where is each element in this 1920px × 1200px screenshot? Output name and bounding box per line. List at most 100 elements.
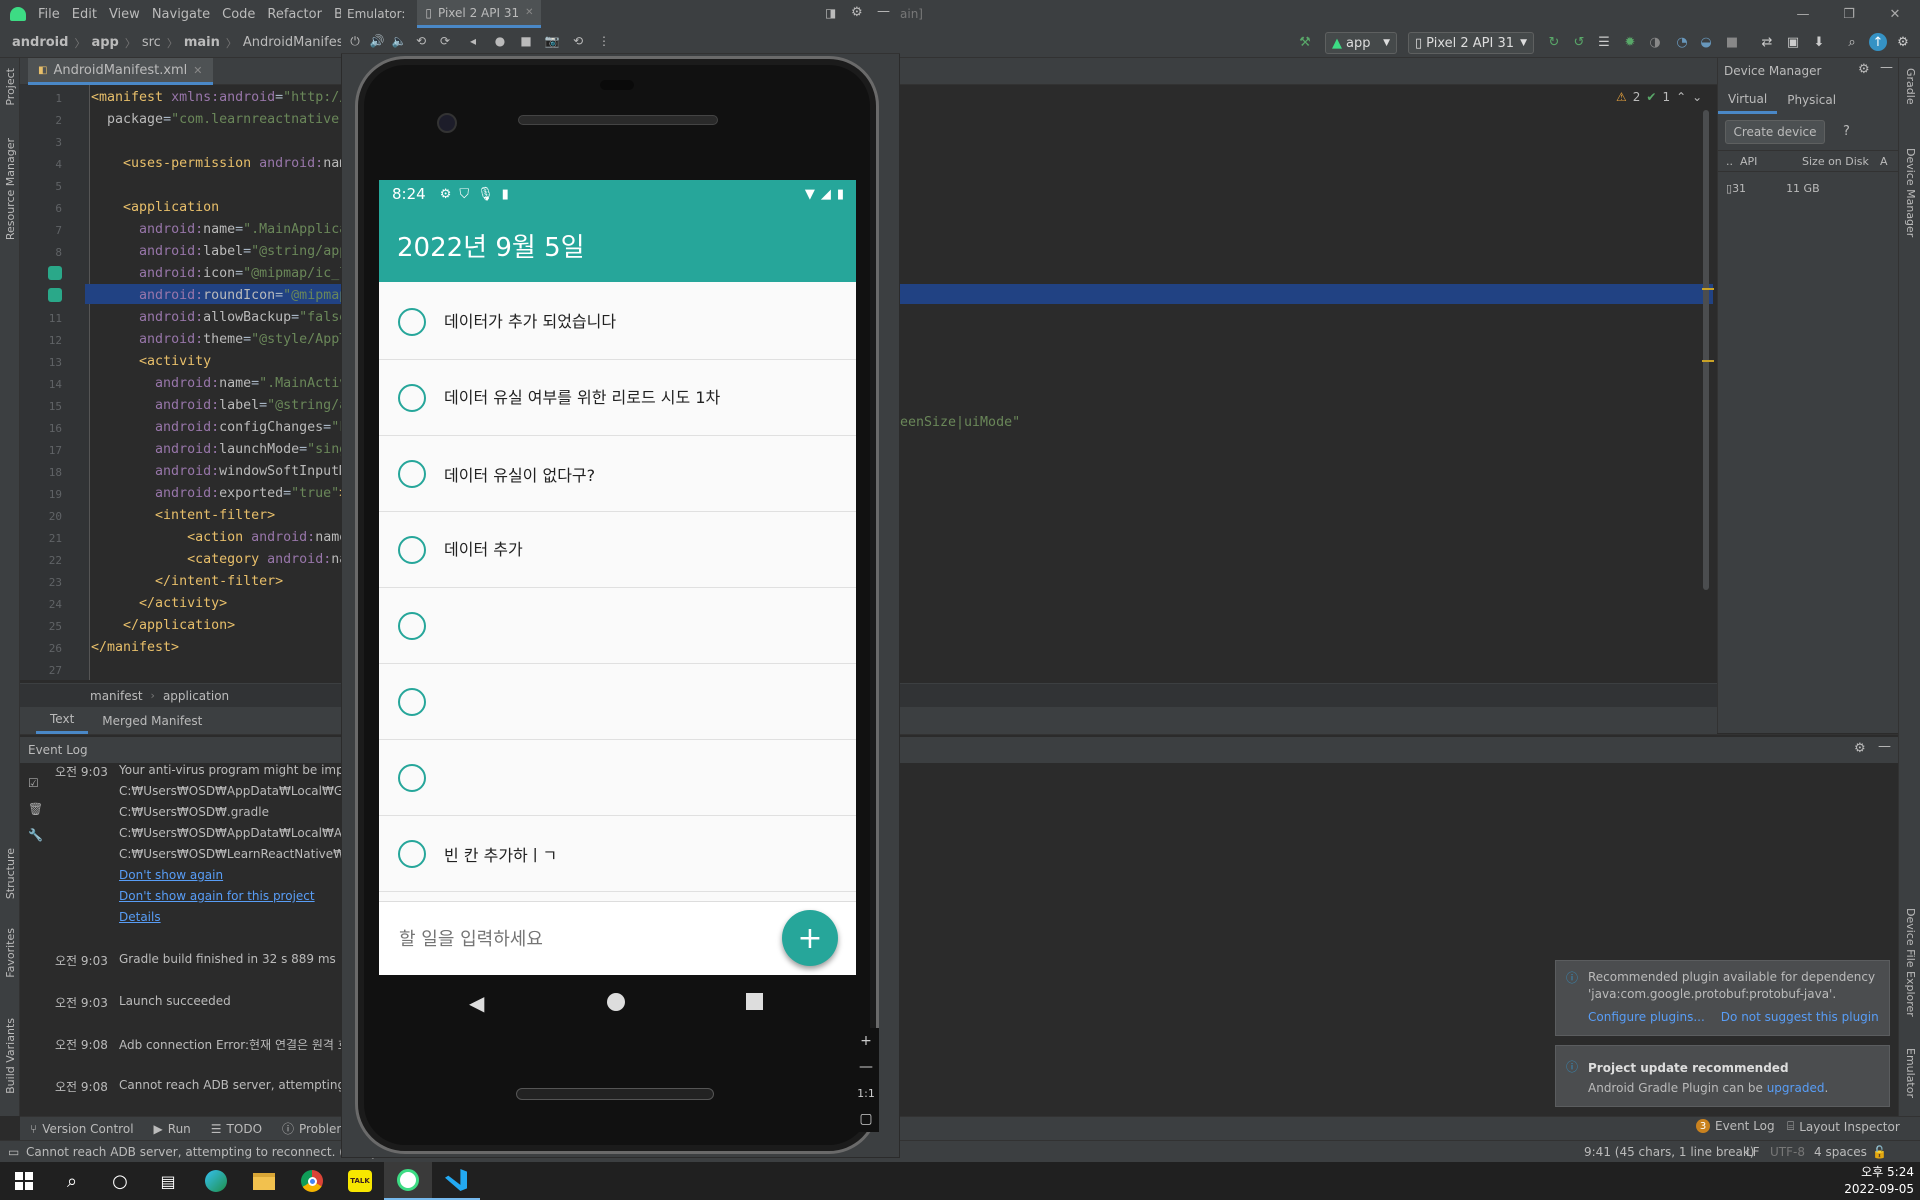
- tab-virtual[interactable]: Virtual: [1718, 86, 1778, 114]
- build-variants-tool-tab[interactable]: Build Variants: [4, 1018, 17, 1094]
- gear-icon[interactable]: ⚙: [1854, 741, 1866, 756]
- indent-setting[interactable]: 4 spaces: [1814, 1145, 1867, 1159]
- code-line[interactable]: </manifest>: [91, 637, 179, 659]
- kakaotalk-icon[interactable]: TALK: [336, 1162, 384, 1200]
- close-tab-icon[interactable]: ✕: [193, 64, 202, 77]
- tab-text[interactable]: Text: [36, 707, 89, 734]
- code-line[interactable]: android:configChanges="k: [91, 417, 347, 439]
- help-icon[interactable]: ?: [1843, 124, 1850, 139]
- todo-item[interactable]: 빈 칸 추가하ㅣㄱ: [379, 816, 856, 892]
- settings-icon[interactable]: ⚙: [1894, 33, 1912, 51]
- line-separator[interactable]: LF: [1746, 1145, 1760, 1159]
- code-line[interactable]: <category android:na: [91, 549, 347, 571]
- run-tool[interactable]: ▶ Run: [144, 1122, 201, 1136]
- code-line[interactable]: android:icon="@mipmap/ic_l: [91, 263, 347, 285]
- todo-item[interactable]: 데이터가 추가 되었습니다: [379, 284, 856, 360]
- col-api[interactable]: API: [1732, 155, 1796, 168]
- nav-back-icon[interactable]: ◀: [469, 991, 484, 1015]
- layout-inspector-tool[interactable]: ⌸ Layout Inspector: [1777, 1119, 1910, 1134]
- todo-tool[interactable]: ☰ TODO: [201, 1122, 272, 1136]
- create-device-button[interactable]: Create device: [1725, 120, 1825, 144]
- volume-down-icon[interactable]: 🔈: [391, 33, 407, 49]
- gear-icon[interactable]: ⚙: [851, 5, 863, 20]
- attach-icon[interactable]: ◑: [1646, 33, 1664, 51]
- version-control-tool[interactable]: ⑂ Version Control: [20, 1122, 144, 1136]
- encoding[interactable]: UTF-8: [1770, 1145, 1805, 1159]
- device-row[interactable]: ▯31 11 GB: [1726, 182, 1820, 195]
- maximize-button[interactable]: ❐: [1826, 0, 1872, 28]
- status-message[interactable]: Cannot reach ADB server, attempting to r…: [26, 1145, 378, 1159]
- snapshot-icon[interactable]: ⟲: [570, 33, 586, 49]
- zoom-1to1-button[interactable]: 1:1: [853, 1080, 879, 1106]
- configure-plugins-link[interactable]: Configure plugins...: [1588, 1009, 1705, 1026]
- nav-overview-icon[interactable]: [746, 993, 763, 1010]
- resource-manager-tool-tab[interactable]: Resource Manager: [4, 138, 17, 240]
- todo-item[interactable]: 데이터 유실 여부를 위한 리로드 시도 1차: [379, 360, 856, 436]
- rotate-left-icon[interactable]: ⟲: [413, 33, 429, 49]
- do-not-suggest-link[interactable]: Do not suggest this plugin: [1721, 1009, 1879, 1026]
- clear-all-icon[interactable]: 🗑: [28, 796, 43, 822]
- gradle-tool-tab[interactable]: Gradle: [1904, 68, 1917, 105]
- todo-checkbox[interactable]: [398, 535, 426, 564]
- crumb-src[interactable]: src: [136, 35, 167, 50]
- run-config-select[interactable]: ▲ app ▼: [1325, 32, 1397, 54]
- todo-checkbox[interactable]: [398, 307, 426, 336]
- code-line[interactable]: android:windowSoftInputM: [91, 461, 347, 483]
- todo-checkbox[interactable]: [398, 687, 426, 716]
- more-icon[interactable]: ⋮: [596, 33, 612, 49]
- menu-code[interactable]: Code: [216, 7, 261, 22]
- search-icon[interactable]: ⌕: [1843, 33, 1861, 51]
- rotate-right-icon[interactable]: ⟳: [437, 33, 453, 49]
- gear-icon[interactable]: ⚙: [1858, 62, 1870, 77]
- code-line[interactable]: android:launchMode="sing: [91, 439, 347, 461]
- gutter-image-icon[interactable]: [48, 266, 62, 280]
- device-manager-tool-tab[interactable]: Device Manager: [1904, 148, 1917, 237]
- android-studio-taskbar-icon[interactable]: [384, 1162, 432, 1200]
- nav-home-icon[interactable]: [607, 993, 625, 1011]
- todo-item[interactable]: [379, 588, 856, 664]
- code-line[interactable]: android:name=".MainActiv: [91, 373, 347, 395]
- log-link[interactable]: Details: [119, 910, 161, 924]
- gutter-image-icon[interactable]: [48, 288, 62, 302]
- hide-panel-icon[interactable]: —: [1878, 739, 1891, 754]
- update-icon[interactable]: ↑: [1869, 33, 1887, 51]
- structure-tool-tab[interactable]: Structure: [4, 848, 17, 899]
- code-line[interactable]: android:label="@string/a: [91, 395, 347, 417]
- apply-code-icon[interactable]: ☰: [1595, 33, 1613, 51]
- todo-checkbox[interactable]: [398, 383, 426, 412]
- todo-item[interactable]: [379, 740, 856, 816]
- menu-file[interactable]: File: [32, 7, 66, 22]
- cortana-icon[interactable]: ○: [96, 1162, 144, 1200]
- device-file-explorer-tool-tab[interactable]: Device File Explorer: [1904, 908, 1917, 1017]
- rerun-icon[interactable]: ↻: [1545, 33, 1563, 51]
- event-log-tool[interactable]: 3 Event Log: [1686, 1119, 1785, 1133]
- code-line[interactable]: <uses-permission android:nam: [91, 153, 347, 175]
- search-icon[interactable]: ⌕: [48, 1162, 96, 1200]
- windows-start-icon[interactable]: [0, 1162, 48, 1200]
- device-select[interactable]: ▯ Pixel 2 API 31 ▼: [1408, 32, 1534, 54]
- tab-merged-manifest[interactable]: Merged Manifest: [88, 707, 216, 734]
- fit-screen-icon[interactable]: ▢: [853, 1106, 879, 1132]
- debug-icon[interactable]: ✹: [1621, 33, 1639, 51]
- zoom-out-icon[interactable]: —: [853, 1054, 879, 1080]
- mark-read-icon[interactable]: ☑: [28, 770, 43, 796]
- hide-panel-icon[interactable]: —: [1880, 60, 1893, 75]
- editor-scrollbar[interactable]: [1703, 110, 1709, 590]
- home-icon[interactable]: ●: [492, 33, 508, 49]
- back-icon[interactable]: ◂: [465, 33, 481, 49]
- log-link[interactable]: Don't show again for this project: [119, 889, 315, 903]
- apply-changes-icon[interactable]: ↺: [1570, 33, 1588, 51]
- code-line[interactable]: </application>: [91, 615, 235, 637]
- power-icon[interactable]: ⏻: [347, 33, 363, 49]
- file-explorer-icon[interactable]: [240, 1162, 288, 1200]
- todo-checkbox[interactable]: [398, 839, 426, 868]
- breadcrumb-application[interactable]: application: [163, 689, 229, 703]
- code-line[interactable]: android:theme="@style/AppT: [91, 329, 347, 351]
- code-line[interactable]: <action android:name: [91, 527, 347, 549]
- menu-edit[interactable]: Edit: [66, 7, 103, 22]
- menu-view[interactable]: View: [103, 7, 146, 22]
- system-clock[interactable]: 오후 5:24 2022-09-05: [1830, 1164, 1914, 1198]
- prev-highlight-icon[interactable]: ⌃: [1676, 90, 1686, 104]
- coverage-icon[interactable]: ◒: [1697, 33, 1715, 51]
- layout-icon[interactable]: ◨: [825, 6, 836, 20]
